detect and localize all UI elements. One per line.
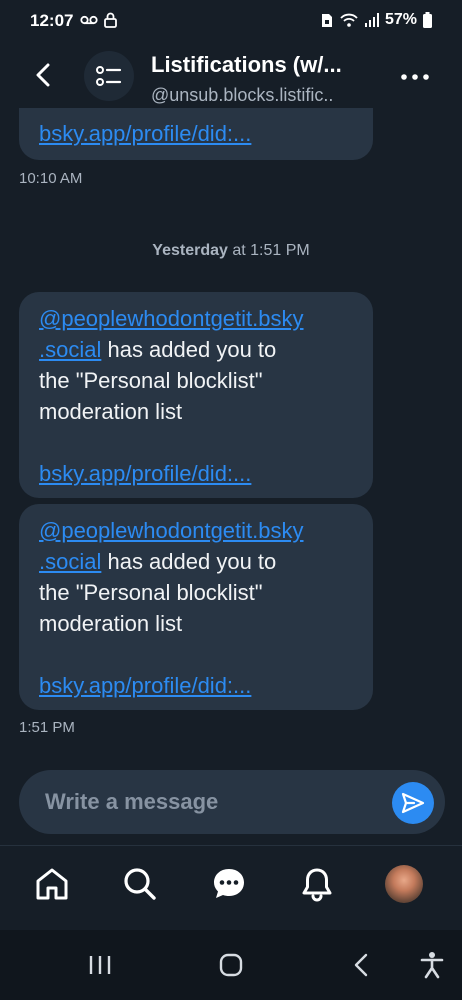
- sim-icon: [321, 13, 332, 27]
- status-bar: 12:07 57%: [0, 0, 462, 44]
- conversation-handle[interactable]: @unsub.blocks.listific..: [151, 85, 333, 106]
- message-link[interactable]: bsky.app/profile/did:...: [39, 461, 251, 486]
- conversation-title[interactable]: Listifications (w/...: [151, 52, 342, 78]
- android-back-icon: [354, 953, 368, 977]
- chat-screen: 12:07 57% Listifications (w/... @unsub.b…: [0, 0, 462, 1000]
- more-options-button[interactable]: [398, 62, 432, 92]
- more-horizontal-icon: [401, 74, 429, 80]
- message-link[interactable]: bsky.app/profile/did:...: [39, 673, 251, 698]
- signal-icon: [364, 13, 379, 27]
- lock-icon: [104, 12, 117, 28]
- message-timestamp: 10:10 AM: [19, 170, 83, 187]
- message-text: moderation list: [39, 611, 183, 636]
- message-text: moderation list: [39, 399, 183, 424]
- message-input[interactable]: [45, 770, 375, 834]
- mention-link-continued[interactable]: .social: [39, 337, 101, 362]
- list-icon: [96, 66, 122, 86]
- battery-icon: [423, 12, 432, 28]
- nav-divider: [0, 845, 462, 846]
- chevron-left-icon: [36, 63, 50, 87]
- mention-link[interactable]: @peoplewhodontgetit.bsky: [39, 306, 304, 331]
- avatar: [385, 865, 423, 903]
- message-bubble: @peoplewhodontgetit.bsky .social has add…: [19, 292, 373, 498]
- nav-search[interactable]: [116, 860, 164, 908]
- chat-bubble-icon: [214, 869, 244, 898]
- bell-icon: [302, 868, 332, 902]
- message-bubble-partial: bsky.app/profile/did:...: [19, 108, 373, 160]
- voicemail-icon: [80, 15, 98, 25]
- accessibility-icon: [420, 952, 444, 979]
- mention-link-continued[interactable]: .social: [39, 549, 101, 574]
- nav-home[interactable]: [28, 860, 76, 908]
- recents-icon: [89, 956, 111, 974]
- message-bubble: @peoplewhodontgetit.bsky .social has add…: [19, 504, 373, 710]
- nav-chat[interactable]: [205, 860, 253, 908]
- send-button[interactable]: [392, 782, 434, 824]
- message-text: the "Personal blocklist": [39, 580, 263, 605]
- day-divider-time: at 1:51 PM: [227, 242, 310, 259]
- day-divider-day: Yesterday: [152, 242, 228, 259]
- home-icon: [36, 868, 68, 900]
- status-right-icons: 57%: [321, 11, 432, 29]
- send-icon: [401, 792, 425, 814]
- message-timestamp: 1:51 PM: [19, 719, 75, 736]
- accessibility-button[interactable]: [412, 948, 452, 982]
- system-back-button[interactable]: [341, 948, 381, 982]
- search-icon: [124, 868, 156, 900]
- message-text: the "Personal blocklist": [39, 368, 263, 393]
- nav-notifications[interactable]: [293, 860, 341, 908]
- message-text: has added you to: [101, 549, 277, 574]
- battery-percent: 57%: [384, 11, 417, 28]
- home-square-icon: [219, 953, 243, 977]
- system-home-button[interactable]: [211, 948, 251, 982]
- back-button[interactable]: [26, 58, 60, 92]
- recents-button[interactable]: [80, 948, 120, 982]
- bottom-navigation: [0, 848, 462, 918]
- message-link[interactable]: bsky.app/profile/did:...: [39, 121, 251, 146]
- mention-link[interactable]: @peoplewhodontgetit.bsky: [39, 518, 304, 543]
- status-left-icons: [80, 12, 117, 28]
- wifi-icon: [340, 13, 358, 27]
- day-divider: Yesterday at 1:51 PM: [0, 242, 462, 260]
- nav-profile[interactable]: [380, 860, 428, 908]
- list-avatar[interactable]: [84, 51, 134, 101]
- system-navigation-bar: [0, 930, 462, 1000]
- message-composer: [19, 770, 445, 834]
- message-text: has added you to: [101, 337, 277, 362]
- status-time: 12:07: [30, 11, 74, 30]
- chat-header: Listifications (w/... @unsub.blocks.list…: [0, 44, 462, 108]
